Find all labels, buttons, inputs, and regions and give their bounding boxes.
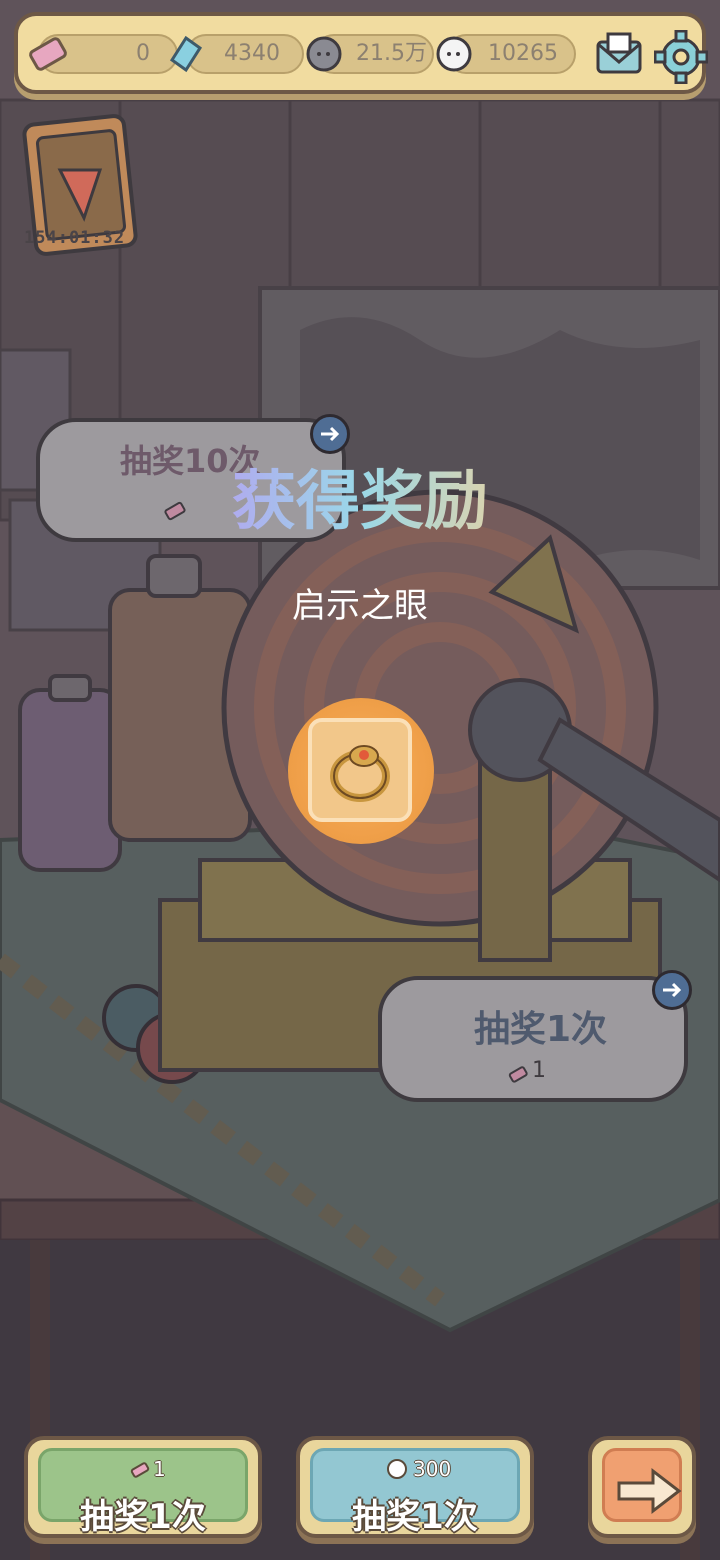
resource-bar: 0 4340 21.5万 10265	[14, 12, 708, 94]
grey-coin-count: 21.5万	[356, 41, 427, 66]
ticket-icon	[130, 1462, 150, 1478]
ticket-draw-cost: 1	[153, 1457, 166, 1481]
draw-1-bubble[interactable]: 抽奖1次 1	[378, 976, 688, 1102]
white-coin-count: 10265	[488, 41, 558, 66]
draw-1-label: 抽奖1次	[474, 1009, 608, 1050]
white-coin-icon	[436, 36, 472, 72]
ticket-draw-label: 抽奖1次	[80, 1497, 206, 1537]
crystal-icon	[169, 35, 203, 73]
coin-draw-button[interactable]: 300 抽奖1次	[296, 1436, 534, 1538]
ticket-icon	[508, 1066, 528, 1083]
reward-item-slot[interactable]	[308, 718, 412, 822]
crystal-count: 4340	[224, 41, 280, 66]
continue-button-face	[602, 1448, 682, 1522]
ring-icon	[330, 745, 390, 802]
coin-draw-label: 抽奖1次	[352, 1497, 478, 1537]
reward-title: 获得奖励	[0, 450, 720, 542]
event-timer: 154:01:32	[24, 228, 126, 248]
draw-10-arrow-icon[interactable]	[310, 414, 350, 454]
reward-item-name: 启示之眼	[292, 586, 428, 626]
gear-icon[interactable]	[654, 30, 708, 84]
grey-coin-icon	[306, 36, 342, 72]
white-coin-icon	[387, 1459, 407, 1479]
ticket-draw-button-face: 1 抽奖1次	[38, 1448, 248, 1537]
ticket-icon	[29, 37, 67, 71]
mail-icon[interactable]	[592, 28, 646, 82]
coin-draw-cost: 300	[413, 1457, 452, 1481]
arrow-right-icon	[617, 1467, 682, 1515]
draw-1-cost: 1	[532, 1058, 546, 1083]
coin-draw-button-face: 300 抽奖1次	[310, 1448, 520, 1537]
ticket-count: 0	[136, 41, 150, 66]
continue-button[interactable]	[588, 1436, 696, 1538]
ticket-draw-button[interactable]: 1 抽奖1次	[24, 1436, 262, 1538]
draw-1-arrow-icon[interactable]	[652, 970, 692, 1010]
